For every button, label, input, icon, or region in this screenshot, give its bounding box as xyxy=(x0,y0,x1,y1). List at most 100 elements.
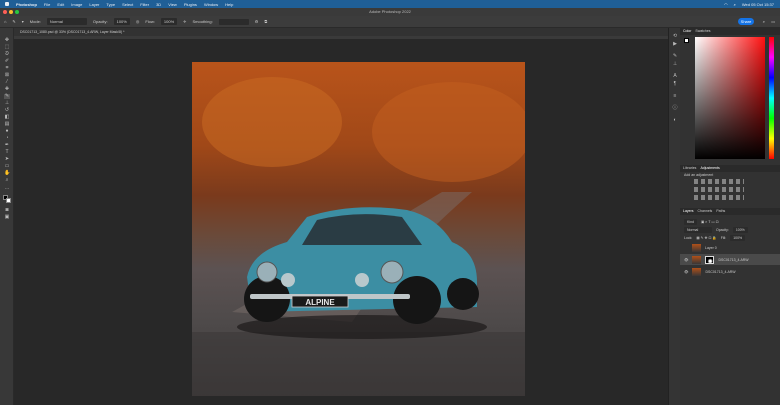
adjustment-icons-grid[interactable] xyxy=(694,179,744,203)
pressure-opacity-icon[interactable]: ◎ xyxy=(136,19,140,24)
opacity-label: Opacity: xyxy=(92,19,108,24)
quick-mask-icon[interactable]: ◙ xyxy=(4,208,10,213)
symmetry-icon[interactable]: ⧉ xyxy=(264,19,267,24)
pen-tool-icon[interactable]: ✒ xyxy=(4,143,10,148)
workspace-icon[interactable]: ▭ xyxy=(771,19,775,24)
blur-tool-icon[interactable]: ● xyxy=(4,129,10,134)
layer-row-selected[interactable]: 👁 DSC01713_4.ARW xyxy=(680,254,780,265)
lasso-tool-icon[interactable]: ᘐ xyxy=(4,52,10,57)
info-panel-icon[interactable]: ⓘ xyxy=(672,106,678,111)
fill-field[interactable]: 100% xyxy=(730,234,746,241)
layer-name[interactable]: DSC01713_4.ARW xyxy=(718,258,748,262)
airbrush-icon[interactable]: ✈ xyxy=(183,19,186,24)
color-field[interactable] xyxy=(695,37,765,159)
hand-tool-icon[interactable]: ✋ xyxy=(4,171,10,176)
document-tab[interactable]: DSC01713_1080.psd @ 33% (DSC01713_4.ARW,… xyxy=(14,28,668,36)
flow-field[interactable]: 100% xyxy=(160,18,178,25)
document-canvas[interactable]: ALPINE xyxy=(192,62,525,396)
stamp-tool-icon[interactable]: ⊥ xyxy=(4,101,10,106)
menu-layer[interactable]: Layer xyxy=(89,2,99,7)
share-button[interactable]: Share xyxy=(738,18,754,25)
path-select-icon[interactable]: ➤ xyxy=(4,157,10,162)
menu-view[interactable]: View xyxy=(168,2,177,7)
healing-tool-icon[interactable]: ✚ xyxy=(4,87,10,92)
home-icon[interactable]: ⌂ xyxy=(4,19,6,24)
dodge-tool-icon[interactable]: ◔ xyxy=(4,136,10,141)
settings-gear-icon[interactable]: ⚙ xyxy=(255,19,259,24)
brush-tool-icon[interactable]: ✎ xyxy=(4,94,10,99)
move-tool-icon[interactable]: ✥ xyxy=(4,38,10,43)
gradient-tool-icon[interactable]: ▤ xyxy=(4,122,10,127)
tab-swatches[interactable]: Swatches xyxy=(695,28,710,35)
color-panel-icon[interactable]: ◐ xyxy=(672,118,678,123)
minimize-window-button[interactable] xyxy=(9,10,13,14)
tab-channels[interactable]: Channels xyxy=(698,208,713,215)
quick-select-tool-icon[interactable]: ✐ xyxy=(4,59,10,64)
visibility-eye-icon[interactable]: 👁 xyxy=(684,270,688,274)
screen-mode-icon[interactable]: ▣ xyxy=(4,215,10,220)
tab-adjustments[interactable]: Adjustments xyxy=(700,165,719,172)
smoothing-label: Smoothing: xyxy=(192,19,213,24)
zoom-tool-icon[interactable]: ⌕ xyxy=(4,178,10,183)
menu-window[interactable]: Window xyxy=(204,2,218,7)
clock[interactable]: Wed 05 Oct 15:37 xyxy=(742,2,774,7)
filter-icons[interactable]: ▣ ◐ T ▭ ⊡ xyxy=(701,220,719,224)
apple-icon[interactable] xyxy=(5,2,9,6)
opacity-label: Opacity: xyxy=(716,227,729,232)
history-panel-icon[interactable]: ⟲ xyxy=(672,34,678,39)
type-tool-icon[interactable]: T xyxy=(4,150,10,155)
character-panel-icon[interactable]: A xyxy=(672,74,678,79)
visibility-eye-icon[interactable]: 👁 xyxy=(684,258,688,262)
brush-preset-picker[interactable]: ▾ xyxy=(22,19,24,24)
menu-help[interactable]: Help xyxy=(225,2,233,7)
hue-slider[interactable] xyxy=(769,37,774,159)
layer-name[interactable]: Layer 0 xyxy=(705,246,717,250)
eraser-tool-icon[interactable]: ◧ xyxy=(4,115,10,120)
menu-photoshop[interactable]: Photoshop xyxy=(16,2,37,7)
layer-mask-thumbnail[interactable] xyxy=(705,255,715,264)
menu-image[interactable]: Image xyxy=(71,2,82,7)
layer-name[interactable]: DSC01713_4.ARW xyxy=(705,270,735,274)
tab-layers[interactable]: Layers xyxy=(683,208,694,215)
lock-icons[interactable]: ▦ ✎ ✥ ⊡ 🔒 xyxy=(696,236,716,240)
toolbar: ✥ ⬚ ᘐ ✐ ⌗ ⊠ ⁄ ✚ ✎ ⊥ ↺ ◧ ▤ ● ◔ ✒ T ➤ ▭ ✋ … xyxy=(0,28,14,405)
tab-libraries[interactable]: Libraries xyxy=(683,165,696,172)
crop-tool-icon[interactable]: ⌗ xyxy=(4,66,10,71)
marquee-tool-icon[interactable]: ⬚ xyxy=(4,45,10,50)
actions-panel-icon[interactable]: ▶ xyxy=(672,42,678,47)
layer-row[interactable]: 👁 DSC01713_4.ARW xyxy=(680,266,780,277)
brush-panel-icon[interactable]: ✎ xyxy=(672,54,678,59)
search-icon[interactable]: ⌕ xyxy=(763,19,765,24)
layers-panel-tabs: Layers Channels Paths xyxy=(680,208,780,215)
close-window-button[interactable] xyxy=(3,10,7,14)
background-color-swatch[interactable] xyxy=(6,198,11,203)
more-tools-icon[interactable]: … xyxy=(4,186,10,191)
menu-edit[interactable]: Edit xyxy=(57,2,64,7)
fill-label: Fill: xyxy=(720,235,727,240)
menu-type[interactable]: Type xyxy=(106,2,115,7)
history-brush-icon[interactable]: ↺ xyxy=(4,108,10,113)
layer-row[interactable]: Layer 0 xyxy=(680,242,780,253)
tab-paths[interactable]: Paths xyxy=(716,208,725,215)
menu-plugins[interactable]: Plugins xyxy=(184,2,197,7)
fg-color-chip[interactable] xyxy=(684,38,689,43)
tab-color[interactable]: Color xyxy=(683,28,691,35)
opacity-field[interactable]: 100% xyxy=(113,18,130,25)
brush-tool-icon[interactable]: ✎ xyxy=(12,19,15,24)
properties-panel-icon[interactable]: ≡ xyxy=(672,94,678,99)
paragraph-panel-icon[interactable]: ¶ xyxy=(672,82,678,87)
shape-tool-icon[interactable]: ▭ xyxy=(4,164,10,169)
smoothing-field[interactable] xyxy=(218,18,249,25)
menu-3d[interactable]: 3D xyxy=(156,2,161,7)
clone-source-icon[interactable]: ⊥ xyxy=(672,62,678,67)
zoom-window-button[interactable] xyxy=(15,10,19,14)
wifi-icon[interactable]: ◠ xyxy=(724,2,728,7)
search-icon[interactable]: ⌕ xyxy=(734,2,736,7)
menu-filter[interactable]: Filter xyxy=(140,2,149,7)
frame-tool-icon[interactable]: ⊠ xyxy=(4,73,10,78)
eyedropper-tool-icon[interactable]: ⁄ xyxy=(4,80,10,85)
mode-select[interactable]: Normal xyxy=(46,18,87,25)
lock-label: Lock: xyxy=(684,235,693,240)
menu-file[interactable]: File xyxy=(44,2,50,7)
menu-select[interactable]: Select xyxy=(122,2,133,7)
